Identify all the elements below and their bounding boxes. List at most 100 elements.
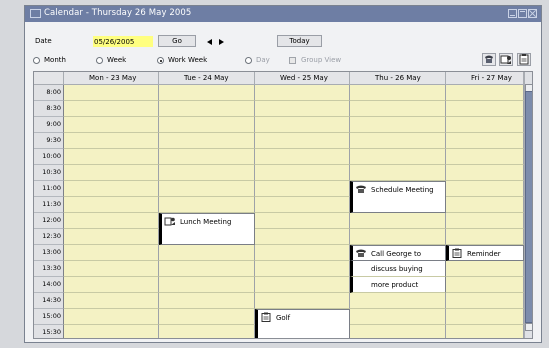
time-slot-cell[interactable] [350,213,446,229]
appointment-golf[interactable]: Golf [255,309,350,338]
time-slot-cell[interactable] [255,117,350,133]
vertical-scrollbar[interactable] [524,72,532,338]
time-slot-cell[interactable] [446,197,524,213]
time-slot-cell[interactable] [446,149,524,165]
time-slot-cell[interactable] [255,181,350,197]
time-slot-cell[interactable] [64,181,159,197]
time-slot-cell[interactable] [446,133,524,149]
scroll-thumb[interactable] [525,91,532,323]
time-slot-cell[interactable] [255,197,350,213]
time-slot-cell[interactable] [159,309,255,325]
time-slot-cell[interactable] [350,309,446,325]
time-slot-cell[interactable] [64,117,159,133]
day-header-thu[interactable]: Thu - 26 May [350,72,446,85]
time-slot-cell[interactable] [159,245,255,261]
time-slot-cell[interactable] [446,277,524,293]
time-slot-cell[interactable] [350,85,446,101]
time-slot-cell[interactable] [446,101,524,117]
time-slot-cell[interactable] [446,181,524,197]
appointment-reminder[interactable]: Reminder [446,245,524,261]
time-slot-cell[interactable] [255,101,350,117]
time-slot-cell[interactable] [159,181,255,197]
appointment-call-george-line-2[interactable]: discuss buying [350,261,446,277]
time-slot-cell[interactable] [350,293,446,309]
appointment-call-george[interactable]: Call George to [350,245,446,261]
time-slot-cell[interactable] [159,277,255,293]
time-slot-cell[interactable] [350,165,446,181]
new-call-phone-icon[interactable] [482,53,496,66]
time-slot-cell[interactable] [446,229,524,245]
time-slot-cell[interactable] [159,133,255,149]
day-header-wed[interactable]: Wed - 25 May [255,72,350,85]
appointment-text: discuss buying [371,265,423,273]
previous-arrow-icon[interactable] [207,39,212,45]
appointment-lunch-meeting[interactable]: Lunch Meeting [159,213,255,245]
new-reminder-note-icon[interactable] [517,53,531,66]
today-button[interactable]: Today [277,35,322,47]
time-slot-cell[interactable] [446,165,524,181]
window-icon [30,9,41,18]
time-slot-cell[interactable] [159,325,255,338]
time-slot-cell[interactable] [64,229,159,245]
time-slot-cell[interactable] [159,197,255,213]
time-slot-cell[interactable] [64,133,159,149]
time-slot-cell[interactable] [350,229,446,245]
next-arrow-icon[interactable] [219,39,224,45]
time-slot-cell[interactable] [64,101,159,117]
time-slot-cell[interactable] [350,117,446,133]
new-meeting-icon[interactable] [499,53,513,66]
time-slot-cell[interactable] [446,325,524,338]
time-slot-cell[interactable] [255,245,350,261]
time-slot-cell[interactable] [255,277,350,293]
time-slot-cell[interactable] [64,261,159,277]
time-slot-cell[interactable] [446,85,524,101]
time-slot-cell[interactable] [255,149,350,165]
time-slot-cell[interactable] [64,325,159,338]
time-slot-cell[interactable] [64,85,159,101]
time-slot-cell[interactable] [64,293,159,309]
time-slot-cell[interactable] [255,229,350,245]
time-slot-cell[interactable] [446,261,524,277]
time-slot-cell[interactable] [350,325,446,338]
close-button[interactable] [528,9,537,18]
time-slot-cell[interactable] [255,213,350,229]
appointment-call-george-line-3[interactable]: more product [350,277,446,293]
time-slot-cell[interactable] [64,309,159,325]
go-button[interactable]: Go [158,35,196,47]
scroll-down-arrow-icon[interactable] [525,323,532,331]
time-slot-cell[interactable] [446,117,524,133]
time-slot-cell[interactable] [64,213,159,229]
time-slot-cell[interactable] [446,213,524,229]
day-header-mon[interactable]: Mon - 23 May [64,72,159,85]
day-header-tue[interactable]: Tue - 24 May [159,72,255,85]
time-slot-cell[interactable] [159,101,255,117]
time-slot-cell[interactable] [64,197,159,213]
time-slot-cell[interactable] [255,261,350,277]
time-slot-cell[interactable] [159,165,255,181]
minimize-button[interactable] [508,9,517,18]
maximize-button[interactable] [518,9,527,18]
time-slot-cell[interactable] [64,149,159,165]
time-slot-cell[interactable] [159,293,255,309]
time-slot-cell[interactable] [350,133,446,149]
time-slot-cell[interactable] [64,165,159,181]
date-input[interactable] [93,36,153,47]
time-slot-cell[interactable] [64,245,159,261]
time-slot-cell[interactable] [255,165,350,181]
time-slot-cell[interactable] [446,309,524,325]
time-slot-cell[interactable] [255,293,350,309]
group-view-checkbox[interactable] [289,57,296,64]
time-slot-cell[interactable] [255,85,350,101]
time-label: 14:00 [34,277,64,293]
day-header-fri[interactable]: Fri - 27 May [446,72,524,85]
time-slot-cell[interactable] [446,293,524,309]
time-slot-cell[interactable] [159,149,255,165]
time-slot-cell[interactable] [350,101,446,117]
time-slot-cell[interactable] [255,133,350,149]
time-slot-cell[interactable] [159,85,255,101]
time-slot-cell[interactable] [64,277,159,293]
appointment-schedule-meeting[interactable]: Schedule Meeting [350,181,446,213]
time-slot-cell[interactable] [159,117,255,133]
time-slot-cell[interactable] [159,261,255,277]
time-slot-cell[interactable] [350,149,446,165]
